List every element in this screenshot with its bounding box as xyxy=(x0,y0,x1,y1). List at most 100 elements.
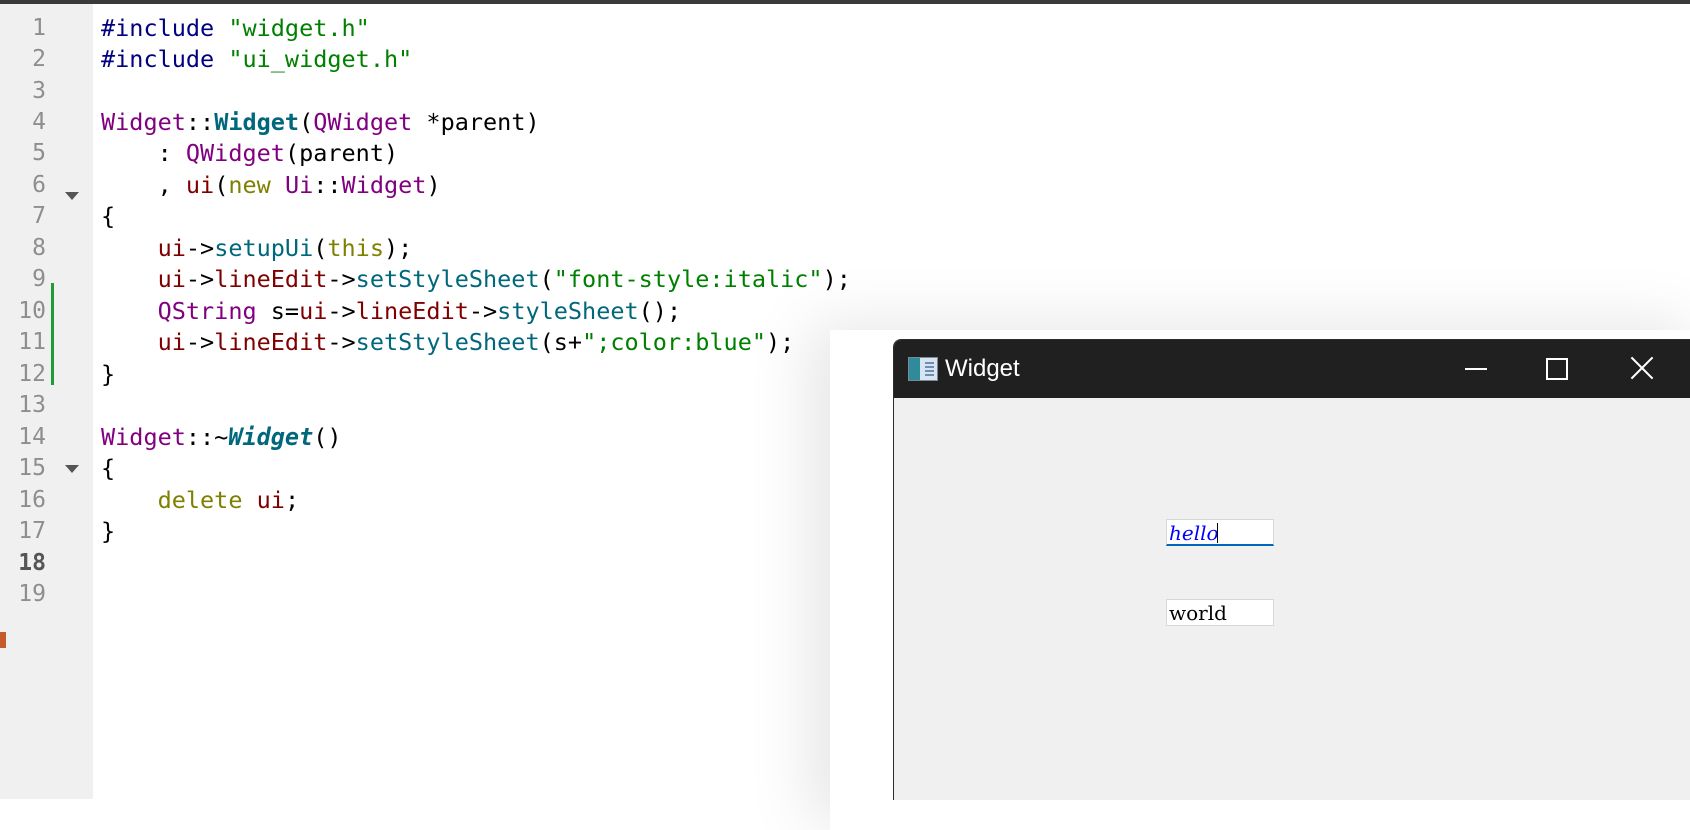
token: Widget xyxy=(341,171,427,199)
token: ( xyxy=(299,108,314,136)
line-number: 8 xyxy=(32,235,46,261)
token: *parent) xyxy=(412,108,540,136)
code-line-5: : QWidget(parent) xyxy=(101,136,399,170)
line-number: 19 xyxy=(18,581,46,607)
token: new xyxy=(228,171,271,199)
token: lineEdit xyxy=(214,265,328,293)
code-line-6: , ui(new Ui::Widget) xyxy=(101,168,441,202)
code-line-4: Widget::Widget(QWidget *parent) xyxy=(101,105,540,139)
line-number: 16 xyxy=(18,487,46,513)
maximize-icon xyxy=(1546,358,1568,380)
line-edit-hello-text: hello xyxy=(1169,521,1219,545)
token: ( xyxy=(313,234,328,262)
line-number: 7 xyxy=(32,203,46,229)
token: -> xyxy=(185,328,215,356)
line-number: 14 xyxy=(18,424,46,450)
token: { xyxy=(101,202,116,230)
token: "widget.h" xyxy=(228,14,370,42)
token: } xyxy=(101,360,116,388)
token: -> xyxy=(327,265,356,293)
code-line-17: } xyxy=(101,514,115,548)
token: -> xyxy=(327,297,356,325)
token: () xyxy=(313,423,342,451)
token: { xyxy=(101,454,116,482)
line-number: 3 xyxy=(32,78,46,104)
fold-arrow-icon[interactable] xyxy=(65,192,79,200)
close-icon xyxy=(1629,355,1655,381)
line-number: 12 xyxy=(18,361,46,387)
code-line-11: ui->lineEdit->setStyleSheet(s+";color:bl… xyxy=(101,325,795,359)
token: -> xyxy=(185,265,215,293)
line-edit-world[interactable]: world xyxy=(1166,599,1274,626)
token: ";color:blue" xyxy=(582,328,766,356)
token: "ui_widget.h" xyxy=(228,45,413,73)
bookmark-icon[interactable] xyxy=(0,632,6,648)
window-title: Widget xyxy=(945,355,1020,382)
code-line-10: QString s=ui->lineEdit->styleSheet(); xyxy=(101,294,682,328)
line-edit-hello[interactable]: hello xyxy=(1166,519,1274,546)
line-number: 5 xyxy=(32,140,46,166)
token: setupUi xyxy=(214,234,314,262)
token: (s+ xyxy=(539,328,583,356)
widget-window[interactable]: Widget hello world xyxy=(893,339,1690,800)
token: lineEdit xyxy=(355,297,469,325)
token: setStyleSheet xyxy=(355,328,540,356)
token: ui xyxy=(256,486,285,514)
token: "font-style:italic" xyxy=(553,265,823,293)
token: ::~ xyxy=(185,423,229,451)
token: ; xyxy=(284,486,300,514)
line-number: 11 xyxy=(18,329,46,355)
token: ui xyxy=(185,171,215,199)
code-line-7: { xyxy=(101,199,115,233)
token: ui xyxy=(299,297,328,325)
token: #include xyxy=(101,45,215,73)
line-number: 2 xyxy=(32,46,46,72)
window-titlebar[interactable]: Widget xyxy=(894,340,1690,398)
token: -> xyxy=(327,328,356,356)
token: delete xyxy=(157,486,243,514)
token: (); xyxy=(638,297,682,325)
code-line-1: #include "widget.h" xyxy=(101,11,370,45)
token: Widget xyxy=(214,108,300,136)
token: ( xyxy=(539,265,554,293)
code-line-15: { xyxy=(101,451,115,485)
line-number: 15 xyxy=(18,455,46,481)
token: QWidget xyxy=(313,108,413,136)
token: lineEdit xyxy=(214,328,328,356)
token: this xyxy=(327,234,384,262)
token: , xyxy=(101,171,186,199)
token: } xyxy=(101,517,116,545)
token: ui xyxy=(157,328,186,356)
change-marker xyxy=(51,283,54,385)
token: : xyxy=(101,139,186,167)
app-icon xyxy=(908,357,938,381)
token: ); xyxy=(822,265,851,293)
token: Ui xyxy=(284,171,314,199)
token: ); xyxy=(383,234,413,262)
token: ui xyxy=(157,265,186,293)
line-number: 6 xyxy=(32,172,46,198)
line-number: 18 xyxy=(18,550,46,576)
text-caret xyxy=(1216,523,1218,543)
token: ) xyxy=(426,171,441,199)
token: ); xyxy=(766,328,795,356)
token: ui xyxy=(157,234,186,262)
token: Widget xyxy=(101,423,186,451)
token: :: xyxy=(185,108,215,136)
token: Widget xyxy=(228,423,314,451)
fold-arrow-icon[interactable] xyxy=(65,465,79,473)
token: (parent) xyxy=(284,139,399,167)
line-number: 1 xyxy=(32,15,46,41)
code-line-16: delete ui; xyxy=(101,483,300,517)
line-number: 13 xyxy=(18,392,46,418)
token: :: xyxy=(313,171,342,199)
